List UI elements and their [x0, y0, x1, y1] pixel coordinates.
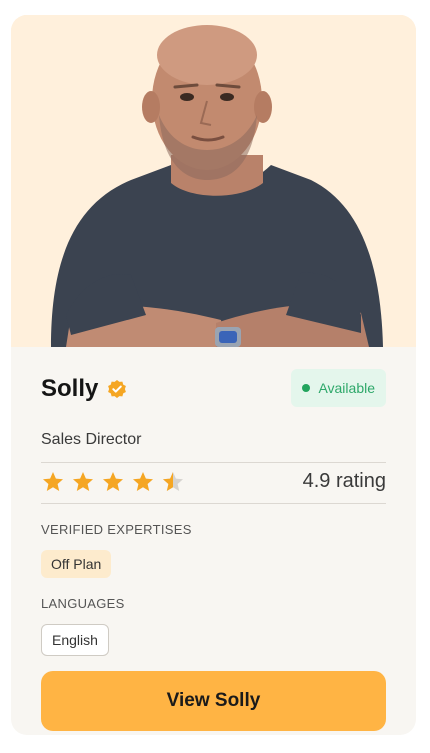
star-full-icon	[73, 472, 93, 491]
agent-name: Solly	[41, 375, 99, 402]
verified-check-icon	[108, 380, 127, 398]
agent-card[interactable]: Solly Available Sales Director 4.9 ratin…	[11, 15, 416, 735]
divider	[41, 503, 386, 504]
availability-badge: Available	[291, 369, 386, 407]
divider	[41, 462, 386, 463]
agent-role: Sales Director	[41, 431, 142, 448]
languages-label: LANGUAGES	[41, 596, 125, 611]
availability-text: Available	[318, 380, 375, 396]
expertises-label: VERIFIED EXPERTISES	[41, 522, 192, 537]
status-dot-icon	[302, 384, 311, 392]
agent-name-row: Solly	[41, 375, 127, 403]
star-full-icon	[103, 472, 123, 491]
star-half-icon	[163, 472, 183, 491]
language-chip: English	[41, 624, 109, 656]
agent-portrait	[11, 15, 416, 347]
agent-photo	[11, 15, 416, 347]
expertise-chip: Off Plan	[41, 550, 112, 578]
star-full-icon	[133, 472, 153, 491]
view-agent-button[interactable]: View Solly	[41, 671, 386, 731]
star-full-icon	[43, 472, 63, 491]
star-rating	[41, 470, 191, 494]
rating-text: 4.9 rating	[302, 470, 386, 492]
